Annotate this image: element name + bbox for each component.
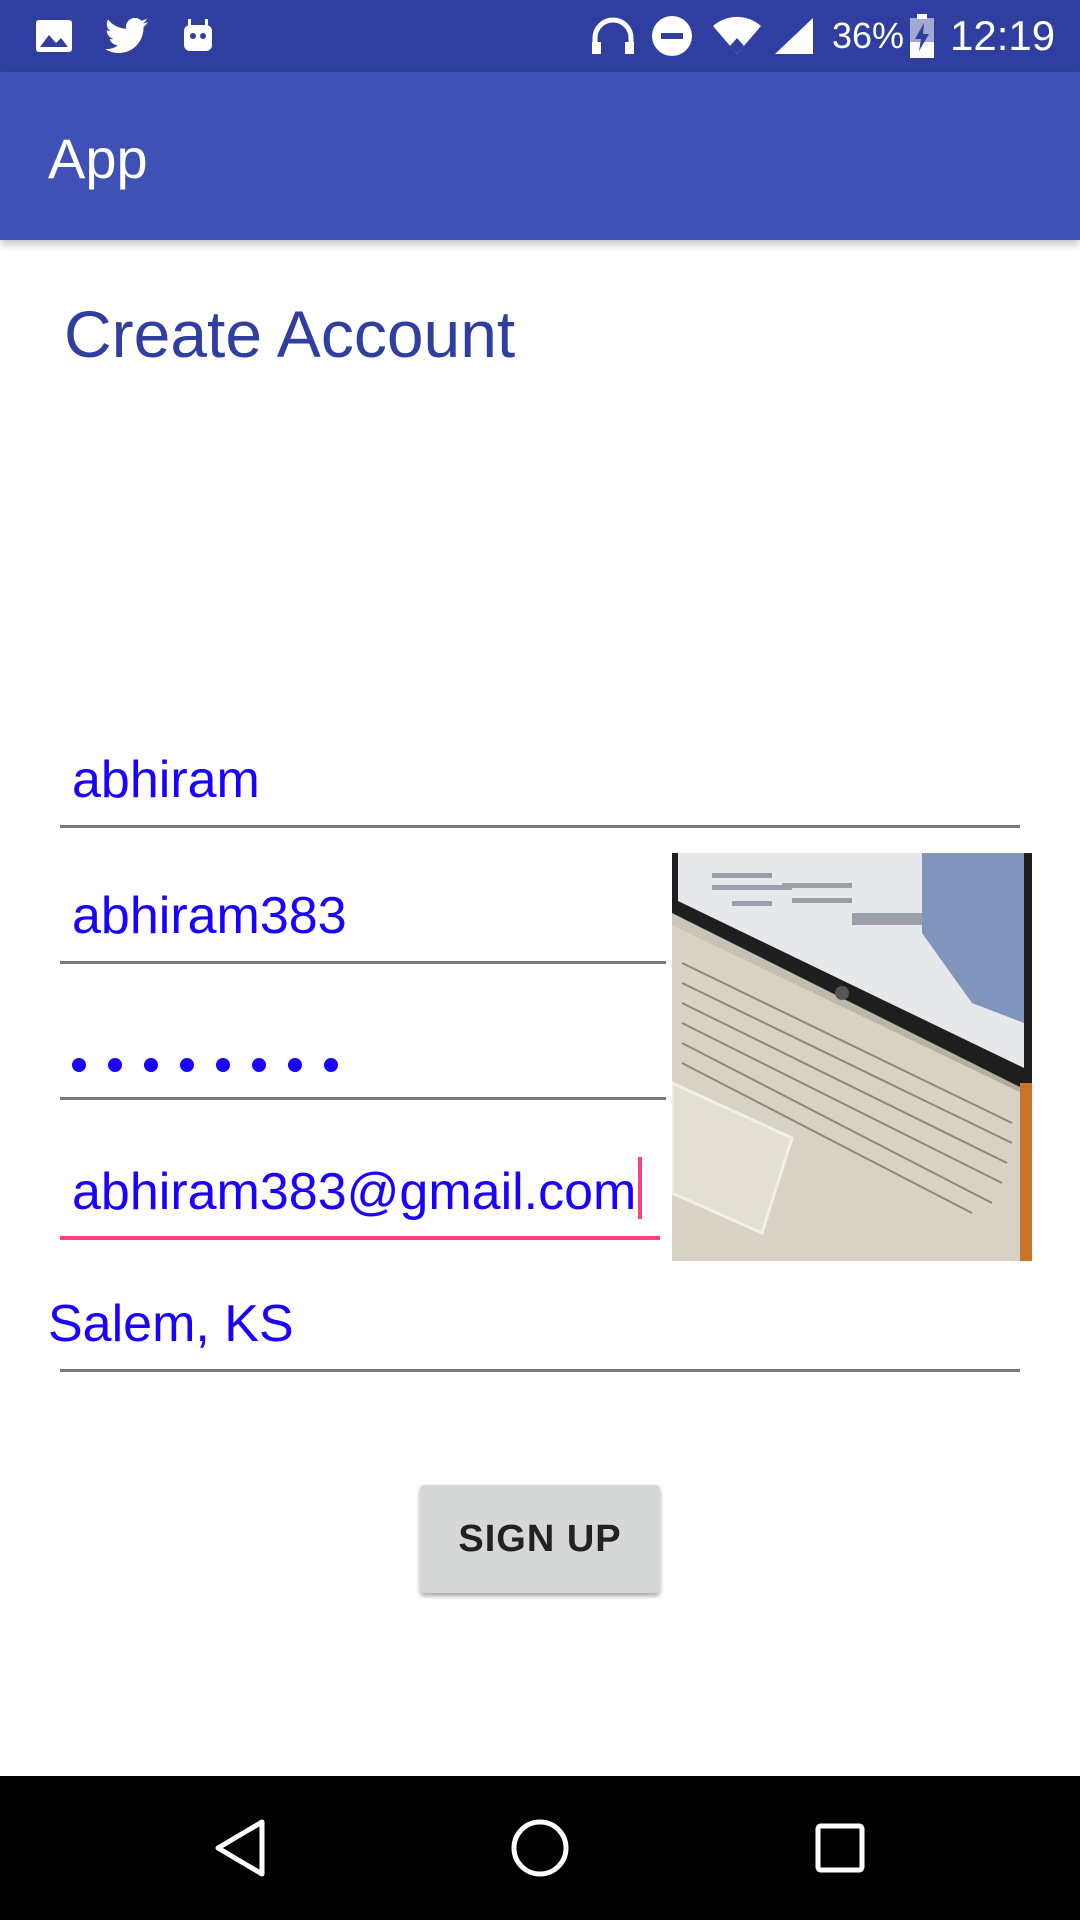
image-icon (34, 14, 74, 58)
app-title: App (48, 127, 148, 190)
back-icon[interactable] (204, 1812, 276, 1884)
username-underline (60, 961, 666, 964)
password-dot (288, 1058, 302, 1072)
password-dot (180, 1058, 194, 1072)
recents-icon[interactable] (804, 1812, 876, 1884)
location-underline (60, 1369, 1020, 1372)
twitter-icon (104, 14, 150, 58)
password-dot (216, 1058, 230, 1072)
username-value: abhiram383 (72, 887, 347, 945)
password-dot (144, 1058, 158, 1072)
status-bar: 36% 12:19 (0, 0, 1080, 72)
password-dot (72, 1058, 86, 1072)
email-text: abhiram383@gmail.com (72, 1163, 637, 1221)
home-icon[interactable] (504, 1812, 576, 1884)
signup-button[interactable]: SIGN UP (420, 1485, 660, 1593)
do-not-disturb-icon (650, 14, 694, 58)
name-value: abhiram (72, 751, 260, 809)
password-dot (324, 1058, 338, 1072)
cell-signal-icon (772, 14, 816, 58)
username-field[interactable]: abhiram383 (60, 864, 666, 964)
password-field[interactable] (60, 1000, 666, 1100)
clock: 12:19 (950, 12, 1056, 59)
laptop-image (672, 853, 1032, 1261)
password-dot (108, 1058, 122, 1072)
password-mask (72, 1058, 338, 1072)
battery-charging-icon (908, 14, 936, 58)
email-field[interactable]: abhiram383@gmail.com (60, 1140, 660, 1240)
android-icon (180, 14, 216, 58)
battery-percent: 36% (832, 15, 905, 56)
email-underline (60, 1236, 660, 1240)
email-value: abhiram383@gmail.com (72, 1157, 643, 1222)
laptop-photo[interactable] (672, 853, 1032, 1261)
location-value: Salem, KS (48, 1295, 294, 1353)
wifi-icon (712, 14, 762, 58)
headphones-icon (590, 14, 636, 58)
password-dot (252, 1058, 266, 1072)
name-underline (60, 825, 1020, 828)
text-cursor (638, 1157, 643, 1219)
app-bar: App (0, 72, 1080, 240)
location-field[interactable]: Salem, KS (48, 1272, 1020, 1372)
navigation-bar (0, 1776, 1080, 1920)
password-underline (60, 1097, 666, 1100)
name-field[interactable]: abhiram (60, 728, 1020, 828)
page-title: Create Account (64, 297, 516, 371)
